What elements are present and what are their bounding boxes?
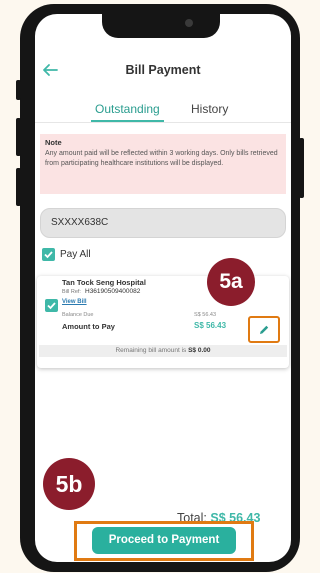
remaining-amount-label: Remaining bill amount is [115, 347, 187, 354]
bill-ref-number: H36190509400082 [85, 288, 141, 295]
edit-amount-button[interactable] [248, 316, 280, 343]
phone-side-button [16, 80, 21, 100]
balance-due-value: S$ 56.43 [194, 312, 217, 318]
phone-notch [102, 10, 220, 38]
remaining-amount-value: S$ 0.00 [188, 347, 211, 354]
hospital-name: Tan Tock Seng Hospital [62, 278, 146, 287]
remaining-amount-bar: Remaining bill amount is S$ 0.00 [39, 345, 287, 357]
step-badge-5a: 5a [207, 258, 255, 306]
step-badge-5b: 5b [43, 458, 95, 510]
tab-divider [35, 122, 291, 123]
view-bill-link[interactable]: View Bill [62, 299, 87, 305]
tab-history[interactable]: History [191, 102, 228, 116]
bill-ref-label: Bill Ref: [62, 289, 81, 295]
pencil-icon [260, 325, 269, 334]
phone-side-button [16, 118, 21, 156]
nric-field[interactable]: SXXXX638C [40, 208, 286, 238]
proceed-highlight-outline [74, 521, 254, 561]
page-title: Bill Payment [125, 63, 201, 77]
balance-due-label: Balance Due [62, 312, 94, 318]
phone-side-button [16, 168, 21, 206]
bill-checkbox[interactable] [45, 299, 58, 312]
checkmark-icon [44, 251, 53, 259]
app-header: Bill Payment [35, 58, 291, 82]
amount-to-pay-label: Amount to Pay [62, 322, 115, 331]
note-title: Note [45, 138, 62, 147]
checkmark-icon [47, 302, 56, 310]
tab-outstanding[interactable]: Outstanding [95, 102, 160, 116]
amount-to-pay-value: S$ 56.43 [194, 321, 227, 330]
camera-dot [185, 19, 193, 27]
pay-all-checkbox[interactable] [42, 248, 55, 261]
phone-side-button [299, 138, 304, 198]
pay-all-label: Pay All [60, 249, 91, 260]
note-text: Any amount paid will be reflected within… [45, 150, 278, 167]
note-box: Note Any amount paid will be reflected w… [40, 134, 286, 194]
